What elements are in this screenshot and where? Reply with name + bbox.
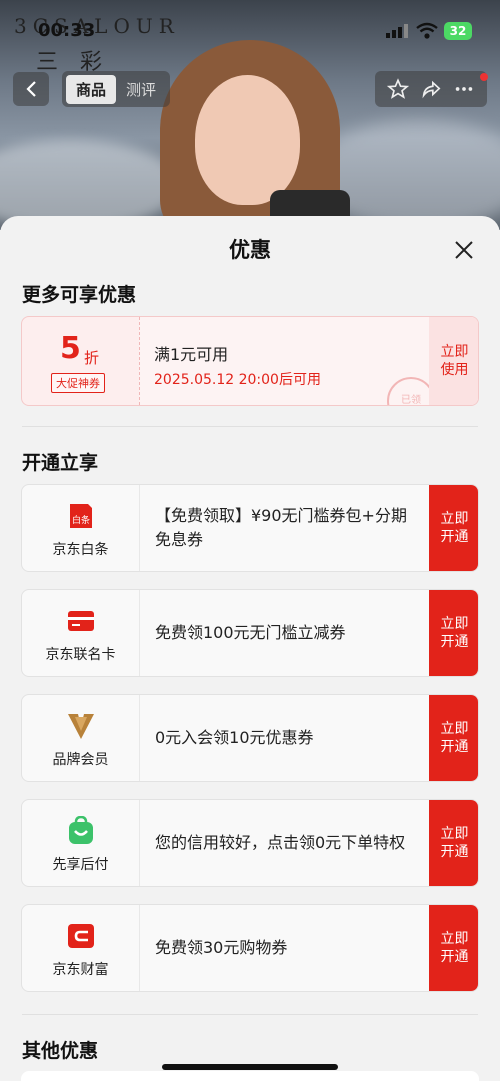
offer-row-pay-later[interactable]: 先享后付 您的信用较好，点击领0元下单特权 立即 开通 bbox=[21, 799, 479, 887]
offer-divider bbox=[139, 695, 140, 781]
home-indicator[interactable] bbox=[162, 1064, 338, 1070]
section-title-more: 更多可享优惠 bbox=[22, 284, 137, 306]
coupon-unit: 折 bbox=[84, 349, 100, 367]
tab-product[interactable]: 商品 bbox=[66, 74, 117, 104]
coupon-value: 5 bbox=[60, 331, 81, 366]
offer-name: 京东联名卡 bbox=[45, 647, 116, 663]
status-bar: 3CSALOUR 三彩 00:33 32 bbox=[0, 0, 500, 75]
sheet-title: 优惠 bbox=[229, 238, 271, 262]
other-offers-card bbox=[21, 1071, 479, 1081]
wifi-icon bbox=[416, 22, 438, 39]
coupon-info: 满1元可用 2025.05.12 20:00后可用 已领 bbox=[139, 317, 435, 405]
offer-description: 免费领100元无门槛立减券 bbox=[155, 623, 346, 642]
notification-dot bbox=[480, 73, 488, 81]
use-now-label-2: 使用 bbox=[440, 362, 469, 378]
offer-divider bbox=[139, 485, 140, 571]
offer-left: 先享后付 bbox=[22, 800, 139, 886]
coupon-divider bbox=[139, 317, 140, 405]
status-time: 00:33 bbox=[38, 20, 96, 41]
cellular-signal-icon bbox=[386, 24, 408, 38]
jd-wealth-icon bbox=[68, 924, 94, 948]
offer-row-co-branded-card[interactable]: 京东联名卡 免费领100元无门槛立减券 立即 开通 bbox=[21, 589, 479, 677]
co-branded-card-icon bbox=[68, 611, 94, 631]
coupon-condition: 满1元可用 bbox=[154, 345, 229, 364]
star-icon[interactable] bbox=[386, 78, 409, 100]
offer-left: 品牌会员 bbox=[22, 695, 139, 781]
brand-member-icon bbox=[68, 714, 94, 739]
offer-description: 免费领30元购物券 bbox=[155, 938, 288, 957]
product-tabs: 商品 测评 bbox=[62, 71, 171, 107]
coupon-tag: 大促神券 bbox=[51, 373, 105, 393]
back-button[interactable] bbox=[13, 72, 49, 106]
offer-divider bbox=[139, 905, 140, 991]
section-title-open: 开通立享 bbox=[22, 452, 99, 474]
open-now-button[interactable]: 立即 开通 bbox=[429, 695, 478, 781]
offer-name: 京东白条 bbox=[52, 542, 109, 558]
offer-description: 您的信用较好，点击领0元下单特权 bbox=[155, 833, 406, 852]
claimed-stamp-icon: 已领 bbox=[387, 377, 435, 405]
section-divider bbox=[22, 426, 478, 427]
use-now-button[interactable]: 立即 使用 bbox=[429, 317, 478, 405]
pay-later-icon bbox=[69, 816, 93, 844]
section-title-other: 其他优惠 bbox=[22, 1040, 99, 1062]
offer-description: 【免费领取】¥90无门槛券包+分期免息券 bbox=[155, 506, 407, 549]
offer-divider bbox=[139, 590, 140, 676]
coupon-valid-time: 2025.05.12 20:00后可用 bbox=[154, 372, 321, 388]
svg-text:白条: 白条 bbox=[72, 514, 90, 526]
offer-name: 品牌会员 bbox=[52, 752, 109, 768]
open-now-button[interactable]: 立即 开通 bbox=[429, 590, 478, 676]
chevron-left-icon bbox=[26, 81, 36, 97]
offer-name: 京东财富 bbox=[52, 962, 109, 978]
more-icon[interactable] bbox=[453, 78, 475, 100]
open-now-button[interactable]: 立即 开通 bbox=[429, 905, 478, 991]
discount-sheet: 优惠 更多可享优惠 5 折 大促神券 满1元可用 2025.05.12 20:0… bbox=[0, 216, 500, 1081]
use-now-label-1: 立即 bbox=[440, 344, 469, 360]
section-divider bbox=[22, 1014, 478, 1015]
offer-row-jd-wealth[interactable]: 京东财富 免费领30元购物券 立即 开通 bbox=[21, 904, 479, 992]
offer-row-brand-member[interactable]: 品牌会员 0元入会领10元优惠券 立即 开通 bbox=[21, 694, 479, 782]
close-icon[interactable] bbox=[452, 238, 476, 262]
offer-left: 京东联名卡 bbox=[22, 590, 139, 676]
coupon-value-area: 5 折 大促神券 bbox=[22, 317, 139, 405]
tab-review[interactable]: 测评 bbox=[116, 75, 166, 104]
open-now-button[interactable]: 立即 开通 bbox=[429, 485, 478, 571]
offer-divider bbox=[139, 800, 140, 886]
header-actions bbox=[375, 71, 487, 107]
baitiao-icon: 白条 bbox=[70, 504, 92, 528]
offer-description: 0元入会领10元优惠券 bbox=[155, 728, 314, 747]
offer-left: 京东财富 bbox=[22, 905, 139, 991]
share-icon[interactable] bbox=[420, 78, 442, 100]
offer-left: 白条 京东白条 bbox=[22, 485, 139, 571]
battery-icon: 32 bbox=[444, 22, 472, 40]
open-now-button[interactable]: 立即 开通 bbox=[429, 800, 478, 886]
offer-row-baitiao[interactable]: 白条 京东白条 【免费领取】¥90无门槛券包+分期免息券 立即 开通 bbox=[21, 484, 479, 572]
model-face bbox=[195, 75, 300, 205]
coupon-card[interactable]: 5 折 大促神券 满1元可用 2025.05.12 20:00后可用 已领 立即… bbox=[21, 316, 479, 406]
offer-name: 先享后付 bbox=[52, 857, 109, 873]
